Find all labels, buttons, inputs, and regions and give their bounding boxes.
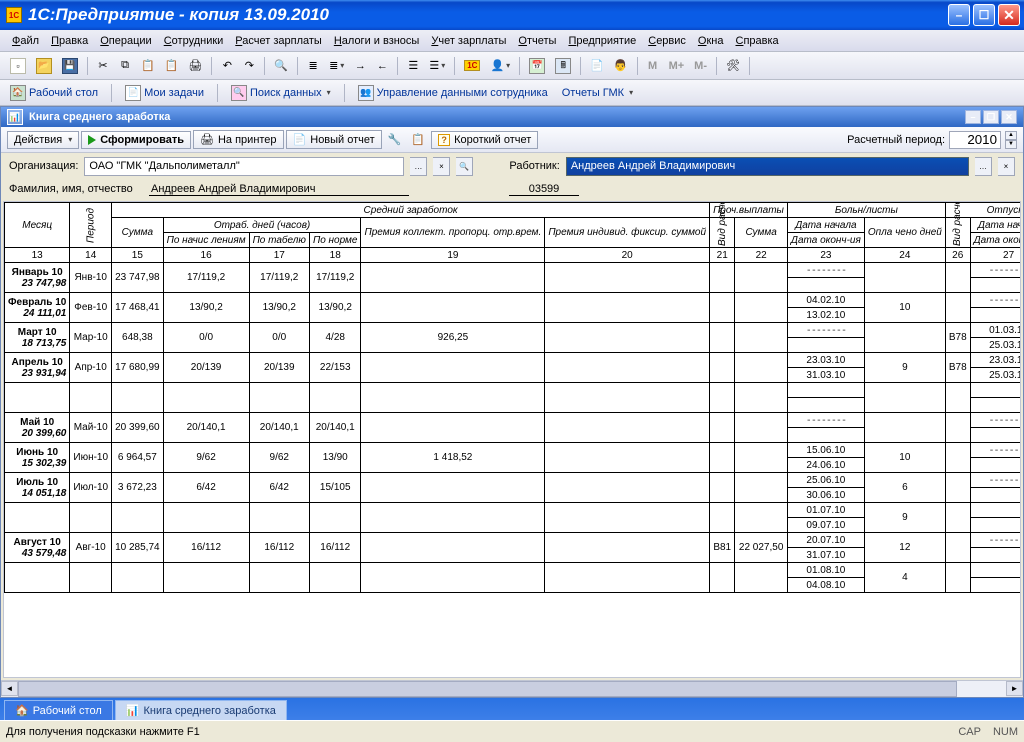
redo-icon[interactable]: ↷ — [239, 56, 259, 76]
nav-toolbar: 🏠Рабочий стол 📄Мои задачи 🔍Поиск данных … — [0, 80, 1024, 106]
mminus-token[interactable]: M- — [690, 56, 711, 76]
tab-report[interactable]: 📊Книга среднего заработка — [115, 700, 287, 720]
list-drop-icon[interactable]: ≣ — [325, 56, 348, 76]
1c-icon[interactable]: 1C — [460, 56, 484, 76]
report-tool2-icon[interactable]: 📋 — [407, 130, 429, 150]
worker-label: Работник: — [509, 160, 559, 172]
new-report-button[interactable]: 📄Новый отчет — [286, 130, 382, 149]
org-open-button[interactable]: 🔍 — [456, 157, 473, 176]
main-toolbar: ▫ 📂 💾 ✂ ⧉ 📋 📋 🖨 ↶ ↷ 🔍 ≣ ≣ → ← ☰ ☰ 1C 👤 📅… — [0, 52, 1024, 80]
period-input[interactable] — [949, 131, 1001, 149]
main-menu: ФайлПравкаОперацииСотрудникиРасчет зарпл… — [0, 30, 1024, 52]
org-input[interactable] — [84, 157, 404, 176]
console-icon[interactable]: 🛠 — [722, 56, 744, 76]
report-icon: 📊 — [7, 109, 23, 125]
actions-button[interactable]: Действия — [7, 131, 79, 149]
menu-item[interactable]: Отчеты — [512, 33, 562, 49]
period-up-button[interactable]: ▲ — [1005, 131, 1017, 140]
calendar-icon[interactable]: 📅 — [525, 56, 549, 76]
maximize-button[interactable]: ☐ — [973, 4, 995, 26]
inner-restore-button[interactable]: ❐ — [983, 110, 999, 124]
filter-row: Организация: … × 🔍 Работник: Андреев Анд… — [1, 153, 1023, 179]
person-icon[interactable]: 👨 — [610, 56, 632, 76]
report-grid[interactable]: МесяцПериодСредний заработокПроч.выплаты… — [3, 201, 1021, 678]
menu-item[interactable]: Учет зарплаты — [425, 33, 512, 49]
menu-item[interactable]: Сотрудники — [158, 33, 230, 49]
period-label: Расчетный период: — [847, 134, 945, 146]
mplus-token[interactable]: M+ — [665, 56, 689, 76]
prop-drop-icon[interactable]: ☰ — [425, 56, 449, 76]
m-token[interactable]: M — [643, 56, 663, 76]
horizontal-scrollbar[interactable]: ◄ ► — [1, 680, 1023, 697]
scroll-right-button[interactable]: ► — [1006, 681, 1023, 696]
report-header-line: Фамилия, имя, отчество Андреев Андрей Вл… — [1, 179, 1023, 199]
fio-label: Фамилия, имя, отчество — [9, 183, 149, 195]
menu-item[interactable]: Налоги и взносы — [328, 33, 426, 49]
search-link[interactable]: 🔍Поиск данных — [227, 83, 335, 103]
short-report-button[interactable]: ?Короткий отчет — [431, 131, 538, 149]
menu-item[interactable]: Окна — [692, 33, 730, 49]
form-button[interactable]: Сформировать — [81, 131, 191, 149]
tasks-link[interactable]: 📄Мои задачи — [121, 83, 208, 103]
copy-icon[interactable]: ⧉ — [115, 56, 135, 76]
minimize-button[interactable]: – — [948, 4, 970, 26]
report-titlebar: 📊 Книга среднего заработка – ❐ ✕ — [1, 107, 1023, 127]
close-button[interactable]: ✕ — [998, 4, 1020, 26]
period-down-button[interactable]: ▼ — [1005, 140, 1017, 149]
paste-icon[interactable]: 📋 — [137, 56, 159, 76]
org-clear-button[interactable]: × — [433, 157, 450, 176]
goto-icon[interactable]: → — [350, 56, 370, 76]
taskbar-tabs: 🏠Рабочий стол 📊Книга среднего заработка — [0, 698, 1024, 720]
inner-close-button[interactable]: ✕ — [1001, 110, 1017, 124]
cut-icon[interactable]: ✂ — [93, 56, 113, 76]
calc-icon[interactable]: 🖩 — [551, 56, 575, 76]
scroll-left-button[interactable]: ◄ — [1, 681, 18, 696]
tab-desktop[interactable]: 🏠Рабочий стол — [4, 700, 113, 720]
window-title: 1С:Предприятие - копия 13.09.2010 — [28, 5, 945, 25]
menu-item[interactable]: Операции — [94, 33, 157, 49]
fio-value: Андреев Андрей Владимирович — [149, 183, 409, 196]
window-titlebar: 1C 1С:Предприятие - копия 13.09.2010 – ☐… — [0, 0, 1024, 30]
list-icon[interactable]: ≣ — [303, 56, 323, 76]
menu-item[interactable]: Расчет зарплаты — [229, 33, 328, 49]
print-icon[interactable]: 🖨 — [184, 56, 206, 76]
inner-min-button[interactable]: – — [965, 110, 981, 124]
worker-pick-button[interactable]: … — [975, 157, 992, 176]
save-icon[interactable]: 💾 — [58, 56, 82, 76]
status-cap: CAP — [958, 726, 981, 738]
status-num: NUM — [993, 726, 1018, 738]
menu-item[interactable]: Правка — [45, 33, 94, 49]
play-icon — [88, 135, 96, 145]
open-icon[interactable]: 📂 — [32, 56, 56, 76]
scroll-thumb[interactable] — [18, 681, 957, 697]
user-icon[interactable]: 👤 — [486, 56, 514, 76]
worker-clear-button[interactable]: × — [998, 157, 1015, 176]
org-pick-button[interactable]: … — [410, 157, 427, 176]
status-hint: Для получения подсказки нажмите F1 — [6, 726, 200, 738]
find-icon[interactable]: 🔍 — [270, 56, 292, 76]
employee-code: 03599 — [509, 183, 579, 196]
back-icon[interactable]: ← — [372, 56, 392, 76]
app-icon: 1C — [6, 7, 22, 23]
new-doc-icon[interactable]: ▫ — [6, 56, 30, 76]
report-window: 📊 Книга среднего заработка – ❐ ✕ Действи… — [0, 106, 1024, 698]
report-tool1-icon[interactable]: 🔧 — [384, 130, 406, 150]
menu-item[interactable]: Предприятие — [562, 33, 642, 49]
prop-icon[interactable]: ☰ — [403, 56, 423, 76]
report-title: Книга среднего заработка — [29, 111, 170, 123]
paste-ext-icon[interactable]: 📋 — [161, 56, 183, 76]
sheet-icon[interactable]: 📄 — [586, 56, 608, 76]
print-button[interactable]: 🖨На принтер — [193, 130, 284, 149]
statusbar: Для получения подсказки нажмите F1 CAP N… — [0, 720, 1024, 742]
menu-item[interactable]: Сервис — [642, 33, 692, 49]
org-label: Организация: — [9, 160, 78, 172]
menu-item[interactable]: Файл — [6, 33, 45, 49]
desktop-link[interactable]: 🏠Рабочий стол — [6, 83, 102, 103]
reports-link[interactable]: Отчеты ГМК — [558, 85, 637, 101]
menu-item[interactable]: Справка — [730, 33, 785, 49]
worker-input[interactable]: Андреев Андрей Владимирович — [566, 157, 969, 176]
mgmt-link[interactable]: 👥Управление данными сотрудника — [354, 83, 552, 103]
report-toolbar: Действия Сформировать 🖨На принтер 📄Новый… — [1, 127, 1023, 153]
undo-icon[interactable]: ↶ — [217, 56, 237, 76]
